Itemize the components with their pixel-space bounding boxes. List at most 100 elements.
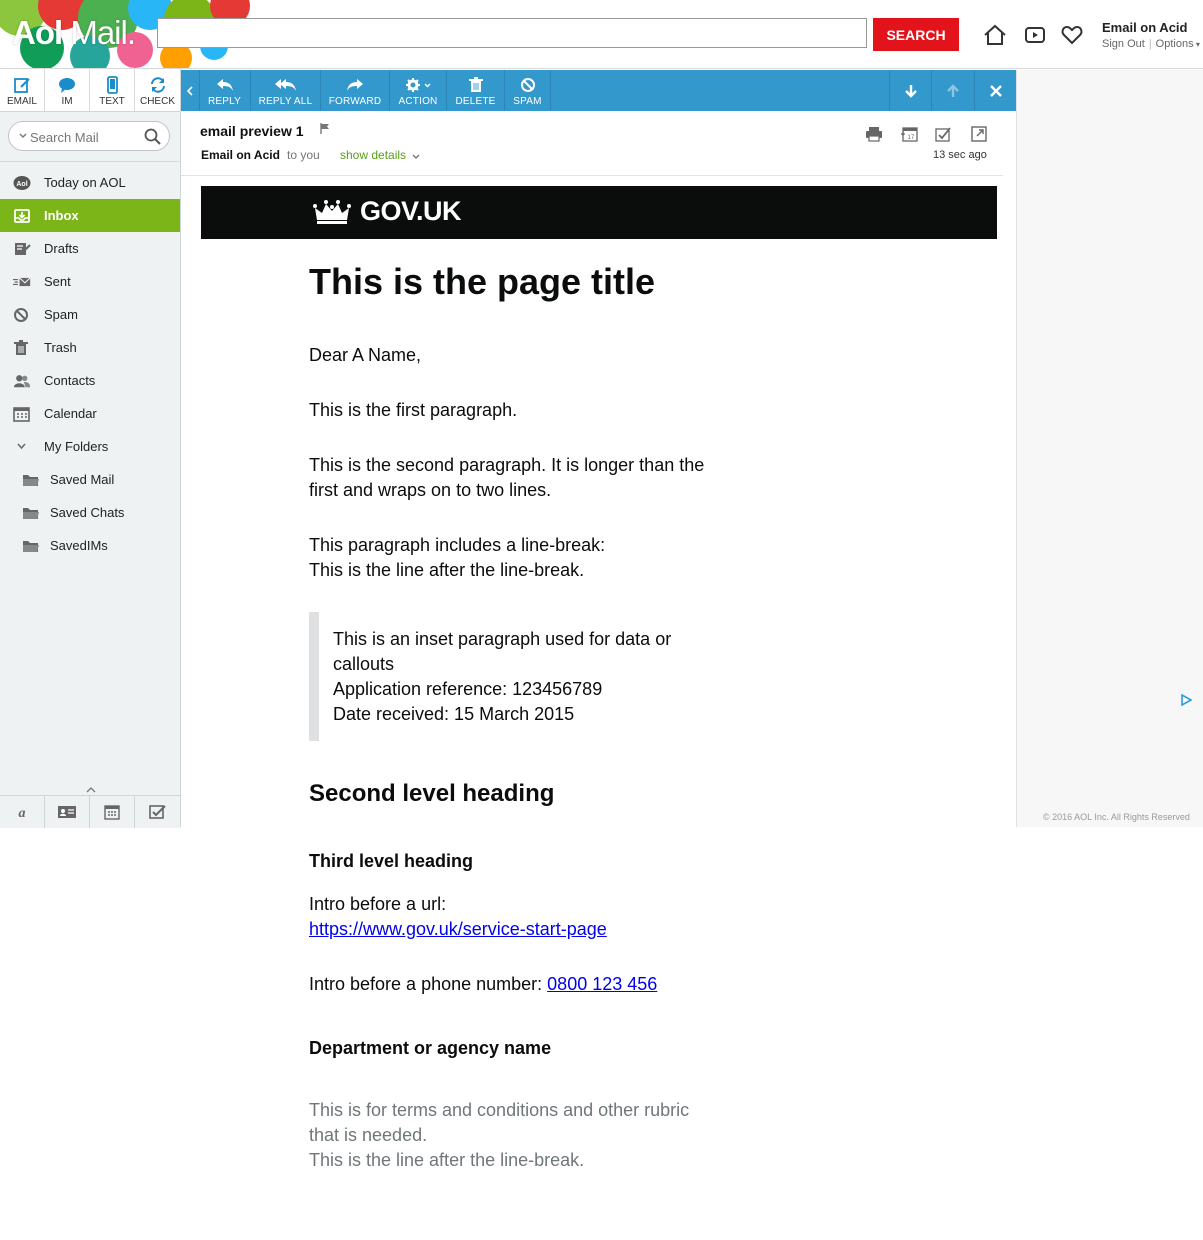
add-to-calendar-icon[interactable]: 17 (900, 125, 918, 143)
calendar-icon (104, 805, 120, 820)
compose-text-button[interactable]: TEXT (90, 69, 135, 111)
sidebar-item-label: Drafts (44, 241, 79, 256)
reply-label: REPLY (207, 96, 242, 107)
sidebar-item-label: Saved Chats (50, 505, 125, 520)
third-level-heading: Third level heading (309, 851, 474, 871)
show-details-link[interactable]: show details (340, 148, 406, 162)
ad-column: © 2016 AOL Inc. All Rights Reserved (1016, 70, 1203, 827)
sidebar-item-label: Sent (44, 274, 71, 289)
arrow-down-icon (905, 84, 917, 98)
sidebar-item-label: Calendar (44, 406, 97, 421)
email-greeting: Dear A Name, (309, 345, 422, 365)
sidebar-item-trash[interactable]: Trash (0, 331, 180, 364)
sidebar-item-saved-mail[interactable]: Saved Mail (0, 463, 180, 496)
reply-all-button[interactable]: REPLY ALL (251, 70, 321, 111)
video-icon[interactable] (1023, 23, 1047, 47)
home-icon[interactable] (983, 23, 1007, 47)
calendar-icon (13, 407, 30, 422)
user-links: Sign Out | Options ▾ (1102, 38, 1200, 50)
sent-icon (13, 277, 31, 287)
phone-link[interactable]: 0800 123 456 (547, 974, 657, 994)
sidebar-item-sent[interactable]: Sent (0, 265, 180, 298)
trash-icon (468, 77, 483, 92)
previous-message-button[interactable] (931, 70, 974, 111)
compose-im-button[interactable]: IM (45, 69, 90, 111)
tasks-button[interactable] (135, 796, 180, 828)
paragraph-line: This is the line after the line-break. (309, 560, 585, 580)
sidebar-item-saved-ims[interactable]: SavedIMs (0, 529, 180, 562)
search-button[interactable]: SEARCH (873, 18, 959, 51)
aol-icon: Aol (13, 176, 31, 190)
sidebar-item-drafts[interactable]: Drafts (0, 232, 180, 265)
reply-button[interactable]: REPLY (199, 70, 251, 111)
url-paragraph: Intro before a url: https://www.gov.uk/s… (309, 892, 607, 942)
print-icon[interactable] (865, 125, 883, 143)
inset-line: callouts (333, 654, 395, 674)
compose-email-button[interactable]: EMAIL (0, 69, 45, 111)
drafts-icon (15, 243, 31, 255)
sidebar-item-inbox[interactable]: Inbox (0, 199, 180, 232)
spam-icon (14, 308, 28, 322)
chevron-down-icon (19, 133, 27, 138)
compose-text-label: TEXT (99, 96, 125, 107)
pop-out-icon[interactable] (970, 125, 988, 143)
arrow-up-icon (947, 83, 959, 97)
paragraph-line: first and wraps on to two lines. (309, 480, 552, 500)
options-menu[interactable]: Options ▾ (1156, 38, 1200, 50)
next-message-button[interactable] (889, 70, 932, 111)
chevron-down-icon (412, 154, 420, 159)
reply-all-icon (274, 79, 296, 91)
sidebar-item-saved-chats[interactable]: Saved Chats (0, 496, 180, 529)
add-task-icon[interactable] (934, 125, 952, 143)
spam-button[interactable]: SPAM (505, 70, 551, 111)
folder-icon (23, 541, 39, 552)
aim-icon: a (19, 806, 26, 820)
inset-line: This is an inset paragraph used for data… (333, 629, 672, 649)
check-mail-label: CHECK (139, 96, 175, 107)
inset-callout: This is an inset paragraph used for data… (309, 612, 729, 741)
heart-icon[interactable] (1060, 23, 1084, 47)
email-paragraph: This is the second paragraph. It is long… (309, 453, 704, 503)
message-sender[interactable]: Email on Acid (201, 148, 280, 162)
govuk-logo[interactable]: GOV.UK (360, 196, 462, 227)
sidebar-item-spam[interactable]: Spam (0, 298, 180, 331)
gear-icon (406, 78, 431, 92)
aim-button[interactable]: a (0, 796, 45, 828)
aol-mail-logo[interactable]: Aol Mail. (12, 14, 136, 52)
reply-all-label: REPLY ALL (258, 96, 313, 107)
tasks-icon (148, 805, 166, 819)
flag-icon[interactable] (320, 123, 330, 134)
compose-im-label: IM (61, 96, 73, 107)
calendar-button[interactable] (90, 796, 135, 828)
action-button[interactable]: ACTION (390, 70, 447, 111)
delete-button[interactable]: DELETE (447, 70, 505, 111)
sidebar-item-my-folders[interactable]: My Folders (0, 430, 180, 463)
collapse-sidebar-button[interactable] (181, 70, 200, 111)
sidebar-item-calendar[interactable]: Calendar (0, 397, 180, 430)
web-search-input[interactable] (157, 18, 867, 48)
service-start-link[interactable]: https://www.gov.uk/service-start-page (309, 919, 607, 939)
chevron-up-icon[interactable] (86, 787, 96, 793)
sidebar-item-label: Contacts (44, 373, 96, 388)
delete-label: DELETE (455, 96, 496, 107)
check-mail-button[interactable]: CHECK (135, 69, 180, 111)
sidebar-item-contacts[interactable]: Contacts (0, 364, 180, 397)
phone-icon (107, 76, 118, 94)
sidebar-bottom-bar: a (0, 795, 180, 828)
forward-label: FORWARD (328, 96, 382, 107)
search-mail-input[interactable]: Search Mail (8, 121, 170, 151)
forward-button[interactable]: FORWARD (321, 70, 390, 111)
inbox-icon (14, 209, 30, 223)
contacts-button[interactable] (45, 796, 90, 828)
chat-bubble-icon (59, 78, 75, 93)
phone-paragraph: Intro before a phone number: 0800 123 45… (309, 972, 657, 997)
sign-out-link[interactable]: Sign Out (1102, 38, 1145, 50)
ad-choices-icon[interactable] (1180, 694, 1192, 706)
message-subject: email preview 1 (200, 123, 304, 139)
search-icon[interactable] (144, 128, 161, 145)
close-message-button[interactable] (974, 70, 1017, 111)
sidebar-item-label: Inbox (44, 208, 79, 223)
refresh-icon (150, 77, 165, 93)
sidebar-item-today-on-aol[interactable]: Aol Today on AOL (0, 166, 180, 199)
email-paragraph: This paragraph includes a line-break: Th… (309, 533, 605, 583)
